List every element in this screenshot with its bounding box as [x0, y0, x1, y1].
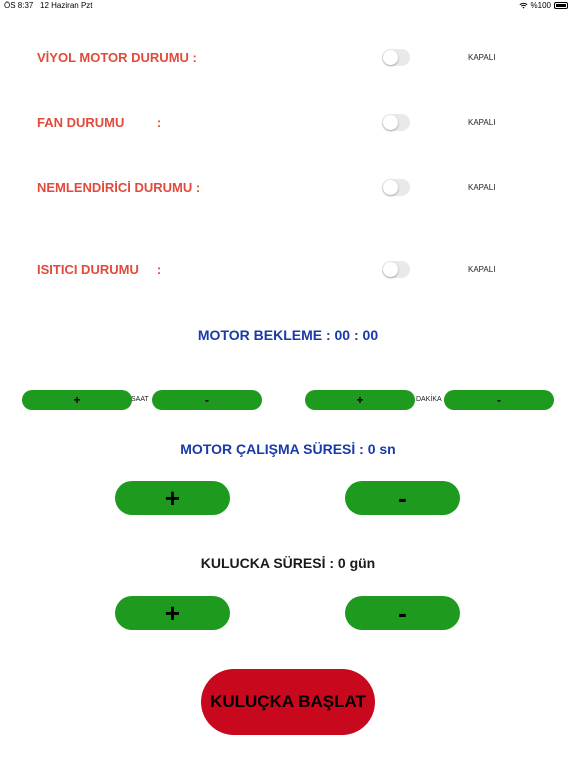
motor-run-heading: MOTOR ÇALIŞMA SÜRESİ : 0 sn — [180, 441, 396, 457]
wifi-icon — [519, 2, 528, 9]
fan-state: KAPALI — [468, 118, 496, 127]
minute-minus-button[interactable]: - — [444, 390, 554, 410]
humidifier-label: NEMLENDİRİCİ DURUMU : — [37, 180, 201, 195]
status-bar: ÖS 8:37 12 Haziran Pzt %100 — [0, 0, 576, 12]
heater-label: ISITICI DURUMU : — [37, 262, 162, 277]
battery-icon — [554, 2, 568, 9]
start-incubation-button[interactable]: KULUÇKA BAŞLAT — [201, 669, 375, 735]
motor-wait-heading: MOTOR BEKLEME : 00 : 00 — [197, 327, 379, 343]
motor-run-plus-button[interactable]: + — [115, 481, 230, 515]
fan-toggle[interactable] — [382, 114, 410, 131]
status-time: ÖS 8:37 — [4, 1, 34, 10]
minute-unit-label: DAKİKA — [416, 396, 442, 403]
viyol-motor-toggle[interactable] — [382, 49, 410, 66]
battery-percent: %100 — [530, 1, 551, 10]
hour-plus-button[interactable]: + — [22, 390, 132, 410]
motor-run-minus-button[interactable]: - — [345, 481, 460, 515]
humidifier-state: KAPALI — [468, 183, 496, 192]
toggle-knob — [383, 262, 398, 277]
toggle-knob — [383, 50, 398, 65]
fan-label: FAN DURUMU : — [37, 115, 162, 130]
incubation-heading: KULUCKA SÜRESİ : 0 gün — [200, 555, 376, 571]
heater-toggle[interactable] — [382, 261, 410, 278]
status-time-date: ÖS 8:37 12 Haziran Pzt — [4, 1, 93, 10]
heater-state: KAPALI — [468, 265, 496, 274]
toggle-knob — [383, 115, 398, 130]
toggle-knob — [383, 180, 398, 195]
viyol-motor-label: VİYOL MOTOR DURUMU : — [37, 50, 197, 65]
humidifier-toggle[interactable] — [382, 179, 410, 196]
hour-unit-label: SAAT — [131, 396, 149, 403]
viyol-motor-state: KAPALI — [468, 53, 496, 62]
incubation-minus-button[interactable]: - — [345, 596, 460, 630]
hour-minus-button[interactable]: - — [152, 390, 262, 410]
status-date: 12 Haziran Pzt — [40, 1, 93, 10]
status-indicators: %100 — [519, 1, 568, 10]
incubation-plus-button[interactable]: + — [115, 596, 230, 630]
minute-plus-button[interactable]: + — [305, 390, 415, 410]
